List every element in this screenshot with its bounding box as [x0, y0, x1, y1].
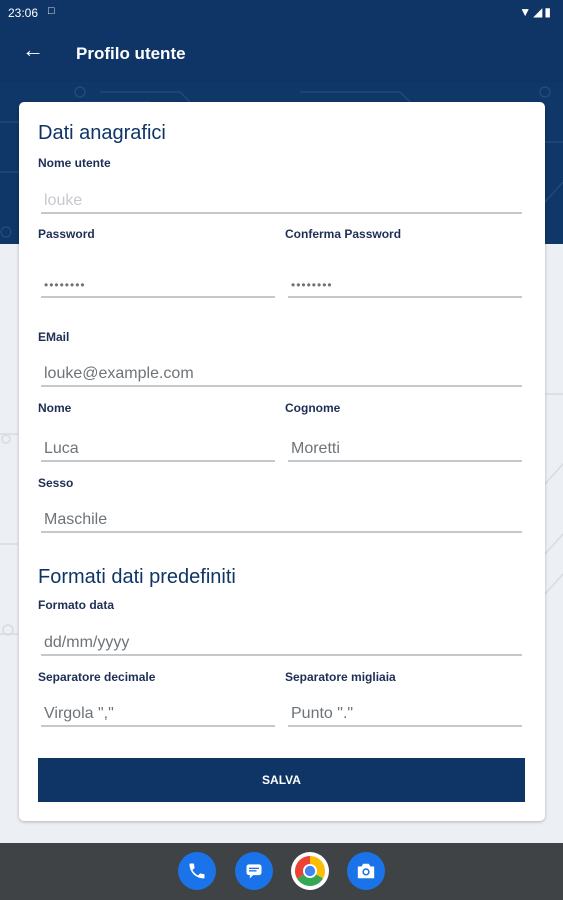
chrome-glyph — [294, 856, 326, 887]
email-field[interactable]: louke@example.com — [41, 359, 522, 387]
wifi-icon: ▼ — [519, 5, 534, 19]
date-format-value: dd/mm/yyyy — [44, 634, 130, 651]
thousands-separator-label: Separatore migliaia — [285, 670, 396, 684]
signal-icon: ◢ — [533, 5, 545, 19]
status-time: 23:06 — [8, 6, 39, 20]
password-field[interactable]: •••••••• — [41, 270, 275, 298]
last-name-value: Moretti — [291, 440, 340, 457]
confirm-password-field[interactable]: •••••••• — [288, 270, 522, 298]
section-title-personal-data: Dati anagrafici — [38, 122, 166, 144]
thousands-separator-select[interactable]: Punto "." — [288, 699, 522, 727]
system-status-icons: ▼◢▮ — [519, 5, 553, 19]
gender-value: Maschile — [44, 511, 108, 528]
chrome-icon[interactable] — [291, 852, 329, 890]
sim-card-icon: □ — [48, 5, 55, 17]
last-name-field[interactable]: Moretti — [288, 434, 522, 462]
username-label: Nome utente — [38, 156, 111, 170]
first-name-label: Nome — [38, 401, 72, 415]
confirm-password-value: •••••••• — [291, 278, 333, 292]
status-bar: 23:06 □ ▼◢▮ — [0, 0, 563, 26]
messages-glyph — [246, 864, 262, 879]
email-label: EMail — [38, 330, 70, 344]
messages-icon[interactable] — [235, 852, 273, 890]
gender-select[interactable]: Maschile — [41, 505, 522, 533]
app-dock — [0, 843, 563, 900]
last-name-label: Cognome — [285, 401, 341, 415]
first-name-value: Luca — [44, 440, 79, 457]
confirm-password-label: Conferma Password — [285, 227, 402, 241]
date-format-label: Formato data — [38, 598, 115, 612]
gender-label: Sesso — [38, 476, 74, 490]
email-value: louke@example.com — [44, 365, 194, 382]
username-placeholder: louke — [44, 192, 83, 209]
decimal-separator-select[interactable]: Virgola "," — [41, 699, 275, 727]
password-value: •••••••• — [44, 278, 86, 292]
camera-glyph — [357, 863, 375, 879]
section-title-default-formats: Formati dati predefiniti — [38, 566, 236, 588]
back-arrow-icon[interactable]: ← — [22, 37, 44, 63]
password-label: Password — [38, 227, 95, 241]
phone-icon[interactable] — [178, 852, 216, 890]
battery-icon: ▮ — [544, 5, 553, 19]
decimal-separator-label: Separatore decimale — [38, 670, 156, 684]
camera-icon[interactable] — [347, 852, 385, 890]
thousands-separator-value: Punto "." — [291, 705, 354, 722]
first-name-field[interactable]: Luca — [41, 434, 275, 462]
phone-glyph — [189, 863, 205, 879]
date-format-select[interactable]: dd/mm/yyyy — [41, 628, 522, 656]
save-button[interactable]: SALVA — [38, 758, 525, 802]
decimal-separator-value: Virgola "," — [44, 705, 114, 722]
page-title: Profilo utente — [76, 44, 186, 63]
app-bar: ← Profilo utente — [0, 26, 563, 82]
username-field[interactable]: louke — [41, 186, 522, 214]
profile-form-card: Dati anagrafici Nome utente louke Passwo… — [19, 102, 545, 821]
